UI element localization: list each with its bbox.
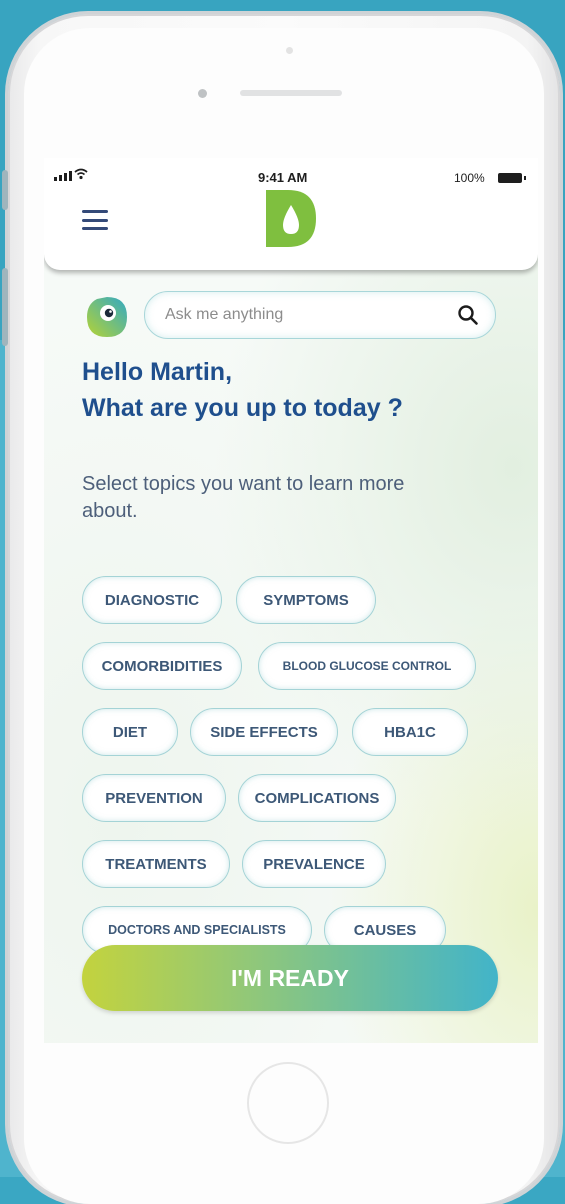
search-bar[interactable] bbox=[144, 291, 496, 339]
earpiece-speaker bbox=[240, 90, 342, 96]
home-button[interactable] bbox=[247, 1062, 329, 1144]
topic-chip-prevalence[interactable]: PREVALENCE bbox=[242, 840, 386, 888]
menu-icon[interactable] bbox=[82, 210, 108, 230]
search-input[interactable] bbox=[163, 305, 457, 325]
greeting-line-2: What are you up to today ? bbox=[82, 394, 403, 422]
topic-chip-diet[interactable]: DIET bbox=[82, 708, 178, 756]
wifi-icon bbox=[74, 168, 88, 183]
greeting-heading: Hello Martin, What are you up to today ? bbox=[82, 354, 403, 426]
app-header: 9:41 AM 100% bbox=[44, 158, 538, 270]
topic-chip-blood-glucose-control[interactable]: BLOOD GLUCOSE CONTROL bbox=[258, 642, 476, 690]
proximity-sensor bbox=[286, 47, 293, 54]
battery-icon bbox=[498, 173, 526, 183]
front-camera bbox=[198, 89, 207, 98]
status-battery-percent: 100% bbox=[454, 171, 485, 185]
signal-icon bbox=[54, 170, 72, 181]
topics-instruction: Select topics you want to learn more abo… bbox=[82, 473, 405, 522]
topic-chip-diagnostic[interactable]: DIAGNOSTIC bbox=[82, 576, 222, 624]
topic-chip-prevention[interactable]: PREVENTION bbox=[82, 774, 226, 822]
topic-chip-complications[interactable]: COMPLICATIONS bbox=[238, 774, 396, 822]
search-icon[interactable] bbox=[457, 304, 479, 326]
im-ready-button[interactable]: I'M READY bbox=[82, 945, 498, 1011]
topic-chip-hba1c[interactable]: HBA1C bbox=[352, 708, 468, 756]
topic-chip-comorbidities[interactable]: COMORBIDITIES bbox=[82, 642, 242, 690]
app-screen: 9:41 AM 100% Hello Martin, W bbox=[44, 158, 538, 1043]
topic-chip-treatments[interactable]: TREATMENTS bbox=[82, 840, 230, 888]
status-time: 9:41 AM bbox=[258, 170, 308, 185]
volume-up-button bbox=[2, 170, 8, 210]
topic-chip-side-effects[interactable]: SIDE EFFECTS bbox=[190, 708, 338, 756]
chat-bot-avatar-icon[interactable] bbox=[86, 296, 128, 338]
volume-down-button bbox=[2, 268, 8, 346]
logo-drop-icon bbox=[266, 190, 316, 247]
greeting-line-1: Hello Martin, bbox=[82, 358, 233, 386]
topic-chip-symptoms[interactable]: SYMPTOMS bbox=[236, 576, 376, 624]
